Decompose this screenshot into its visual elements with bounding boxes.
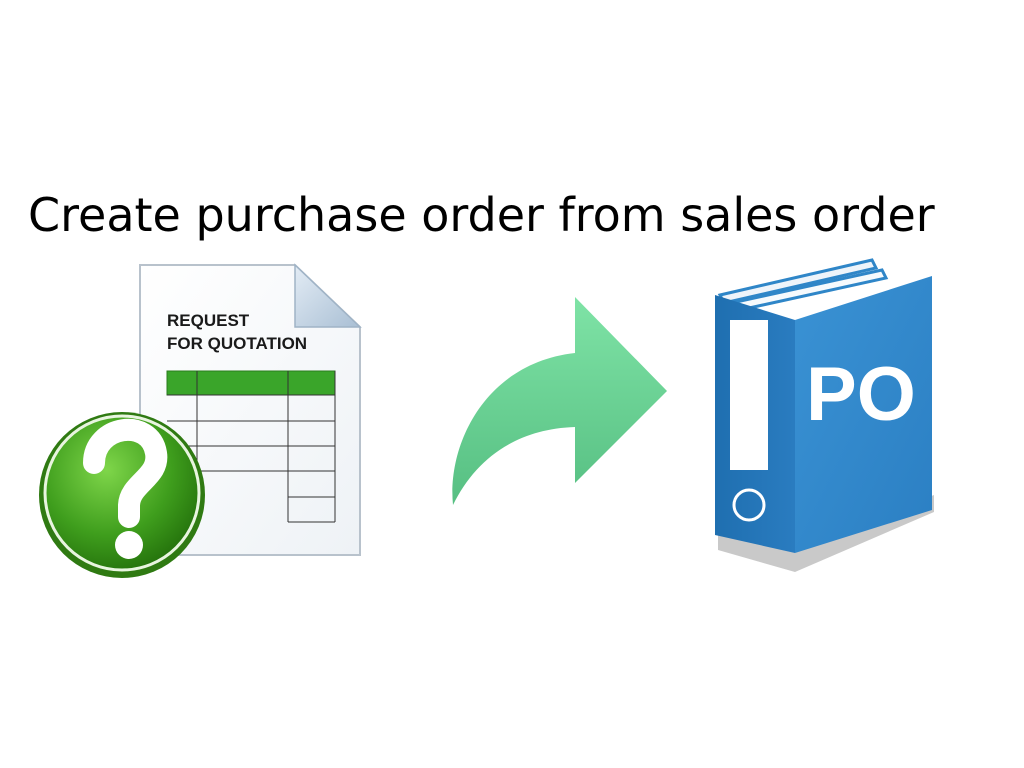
rfq-title-line2: FOR QUOTATION [167,334,307,353]
spine-label [730,320,768,470]
rfq-document-icon: REQUEST FOR QUOTATION [39,263,362,578]
question-mark-icon [39,412,205,578]
curved-arrow-right-icon [452,297,667,505]
rfq-title-line1: REQUEST [167,311,250,330]
slide-title: Create purchase order from sales order [28,188,935,242]
binder-icon: PO [715,258,934,572]
binder-label: PO [806,352,916,437]
